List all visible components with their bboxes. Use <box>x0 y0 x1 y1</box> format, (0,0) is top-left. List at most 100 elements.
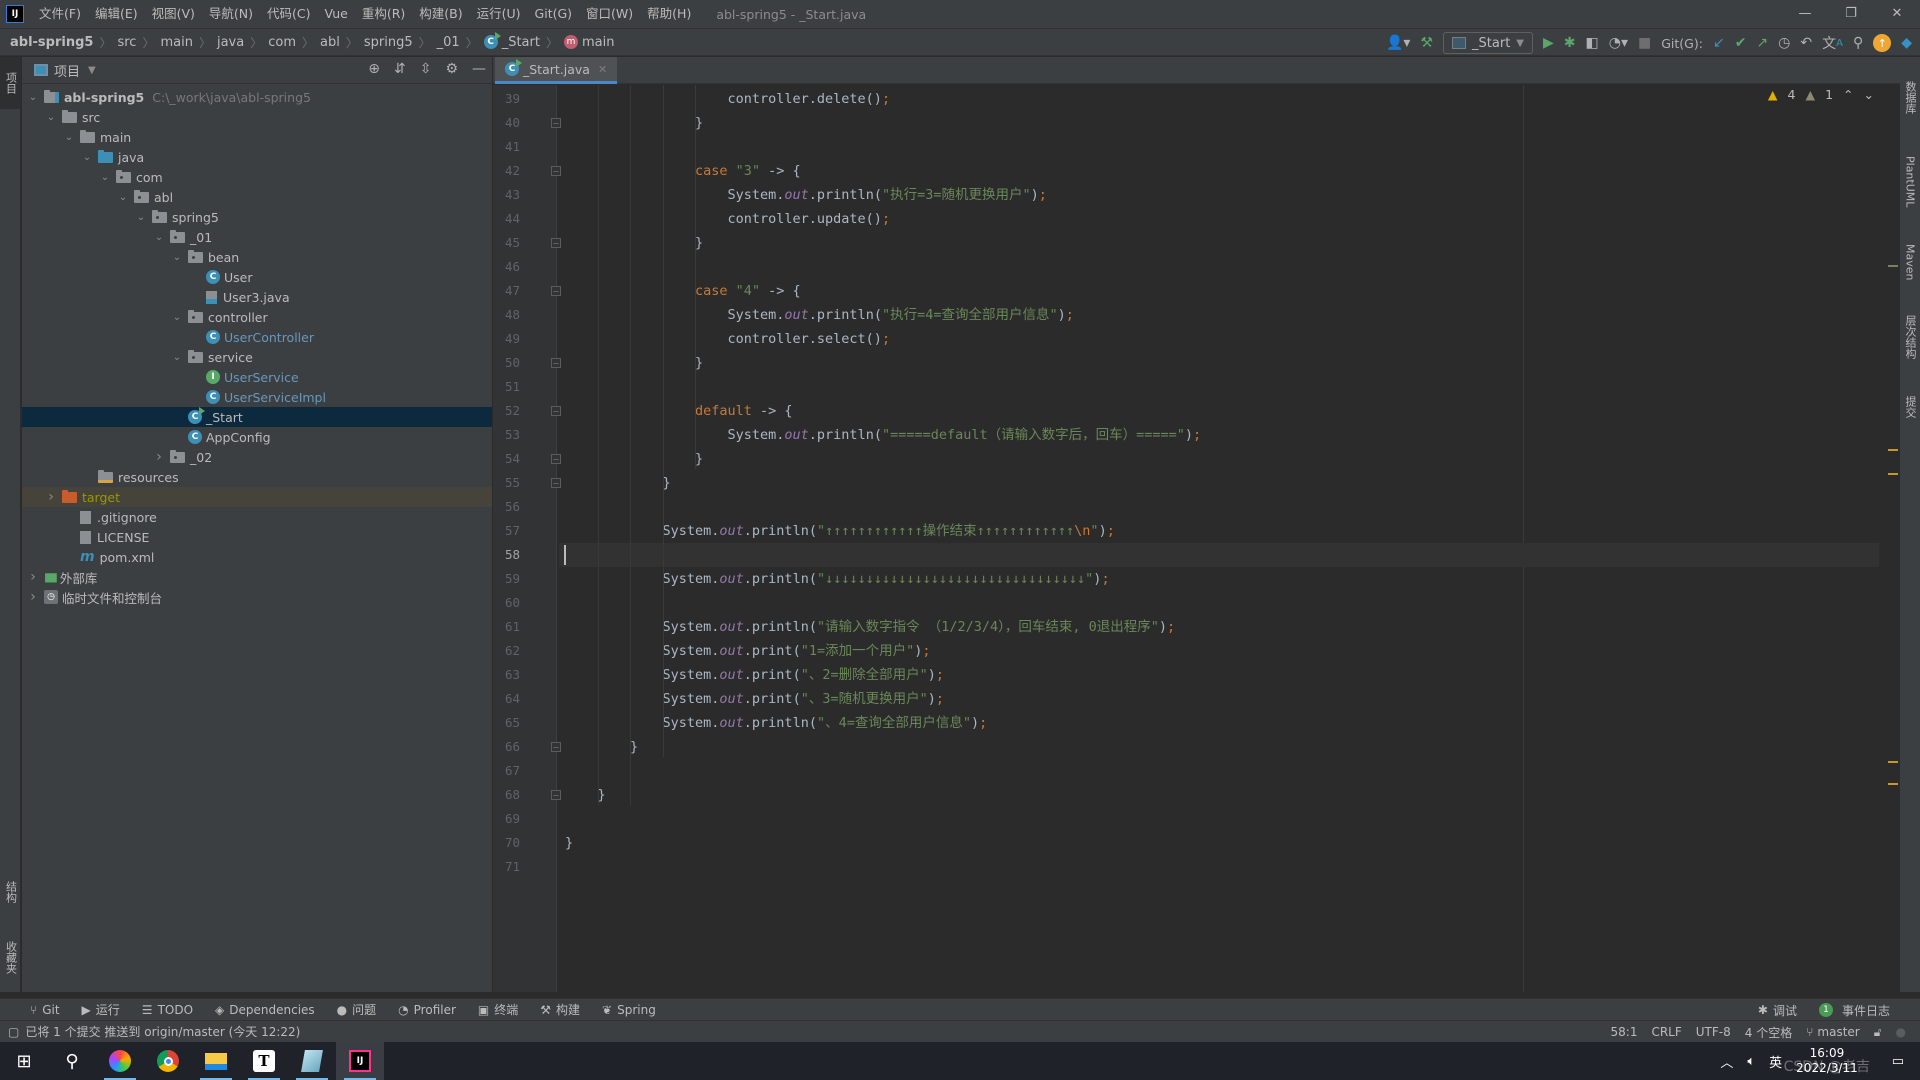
locate-icon[interactable]: ⊕ <box>368 61 380 77</box>
tree-item[interactable]: I UserService <box>22 367 492 387</box>
tool-window-profiler[interactable]: ◔ Profiler <box>398 1001 456 1018</box>
tool-tab-plantuml[interactable]: PlantUML <box>1900 142 1920 222</box>
tool-tab-structure[interactable]: 结构 <box>0 867 21 917</box>
tree-item[interactable]: ⌄ main <box>22 127 492 147</box>
expand-all-icon[interactable]: ⇵ <box>394 61 406 77</box>
chevron-down-icon[interactable]: ⌄ <box>152 232 166 243</box>
inspection-widget[interactable]: ▲ 4 ▲ 1 ⌃ ⌄ <box>1768 87 1874 102</box>
next-highlight-icon[interactable]: ⌄ <box>1864 87 1874 102</box>
chevron-down-icon[interactable]: ⌄ <box>98 172 112 183</box>
user-icon[interactable]: 👤▾ <box>1386 35 1410 51</box>
menu-item[interactable]: Vue <box>318 0 355 28</box>
indent-setting[interactable]: 4 个空格 <box>1745 1024 1792 1041</box>
profile-icon[interactable]: ◔▾ <box>1609 35 1628 51</box>
chevron-right-icon[interactable]: › <box>44 489 58 505</box>
tree-item[interactable]: ⌄ src <box>22 107 492 127</box>
tree-item[interactable]: m pom.xml <box>22 547 492 567</box>
status-message[interactable]: ▢ 已将 1 个提交 推送到 origin/master (今天 12:22) <box>8 1023 300 1040</box>
tool-tab-hierarchy[interactable]: 层次结构 <box>1900 302 1920 372</box>
chevron-down-icon[interactable]: ▼ <box>88 65 96 76</box>
debug-icon[interactable]: ✱ <box>1564 35 1576 51</box>
tool-window-spring[interactable]: ❦ Spring <box>602 1001 656 1018</box>
tree-item[interactable]: ⌄ abl <box>22 187 492 207</box>
tool-window-debug[interactable]: ✱ 调试 <box>1758 1002 1797 1019</box>
stop-icon[interactable]: ■ <box>1638 35 1651 51</box>
breadcrumb-item[interactable]: java <box>217 35 244 50</box>
tool-window-构建[interactable]: ⚒ 构建 <box>540 1001 580 1018</box>
tree-item[interactable]: resources <box>22 467 492 487</box>
git-push-icon[interactable]: ↗ <box>1756 35 1768 51</box>
tool-window-问题[interactable]: ● 问题 <box>337 1001 377 1018</box>
search-icon[interactable]: ⚲ <box>48 1042 96 1080</box>
update-icon[interactable]: ↑ <box>1873 34 1892 52</box>
git-branch-widget[interactable]: ⑂ master <box>1806 1025 1860 1039</box>
chevron-down-icon[interactable]: ⌄ <box>44 112 58 123</box>
tree-item[interactable]: ⌄ java <box>22 147 492 167</box>
tree-item[interactable]: C UserServiceImpl <box>22 387 492 407</box>
volume-icon[interactable]: 🔈︎ <box>1747 1054 1755 1069</box>
tree-item[interactable]: C AppConfig <box>22 427 492 447</box>
close-icon[interactable]: ✕ <box>1874 0 1920 28</box>
tree-item[interactable]: ⌄ abl-spring5 C:\_work\java\abl-spring5 <box>22 87 492 107</box>
hide-icon[interactable]: — <box>472 61 486 77</box>
tool-window-运行[interactable]: ▶ 运行 <box>82 1001 120 1018</box>
tool-tab-project[interactable]: 项目 <box>0 57 21 109</box>
coverage-icon[interactable]: ◧ <box>1586 35 1599 51</box>
chevron-right-icon[interactable]: › <box>152 449 166 465</box>
restore-icon[interactable]: ❐ <box>1828 0 1874 28</box>
tree-item[interactable]: ⌄ _01 <box>22 227 492 247</box>
editor-scrollbar[interactable] <box>1886 85 1900 992</box>
breadcrumb-item[interactable]: main <box>160 35 192 50</box>
caret-position[interactable]: 58:1 <box>1611 1025 1638 1039</box>
menu-item[interactable]: 帮助(H) <box>640 0 698 28</box>
tree-item[interactable]: ⌄ bean <box>22 247 492 267</box>
notepad-icon[interactable] <box>288 1042 336 1080</box>
start-icon[interactable]: ⊞ <box>0 1042 48 1080</box>
tool-window-终端[interactable]: ▣ 终端 <box>478 1001 518 1018</box>
toolbox-icon[interactable]: ◆ <box>1901 35 1912 51</box>
chevron-down-icon[interactable]: ⌄ <box>170 352 184 363</box>
editor-tab-start-java[interactable]: C _Start.java ✕ <box>495 57 618 84</box>
run-config-selector[interactable]: _Start ▼ <box>1443 32 1533 54</box>
menu-item[interactable]: 重构(R) <box>355 0 412 28</box>
chevron-down-icon[interactable]: ⌄ <box>134 212 148 223</box>
tree-item[interactable]: LICENSE <box>22 527 492 547</box>
tree-item[interactable]: › ▮▮▮ 外部库 <box>22 567 492 587</box>
tree-item[interactable]: C User <box>22 267 492 287</box>
breadcrumb-item[interactable]: abl-spring5 <box>10 35 93 50</box>
app-colorful-icon[interactable] <box>96 1042 144 1080</box>
chevron-right-icon[interactable]: › <box>26 569 40 585</box>
collapse-all-icon[interactable]: ⇳ <box>420 61 432 77</box>
menu-item[interactable]: 视图(V) <box>145 0 202 28</box>
tool-windows-toggle-icon[interactable]: ▢ <box>8 1025 19 1039</box>
menu-item[interactable]: 运行(U) <box>470 0 528 28</box>
breadcrumb-item[interactable]: C _Start <box>483 32 540 50</box>
typora-icon[interactable]: T <box>240 1042 288 1080</box>
tool-tab-database[interactable]: 数据库 <box>1900 67 1920 127</box>
menu-item[interactable]: 构建(B) <box>412 0 469 28</box>
file-encoding[interactable]: UTF-8 <box>1696 1025 1731 1039</box>
tree-item[interactable]: C _Start <box>22 407 492 427</box>
input-language[interactable]: 英 <box>1769 1052 1782 1071</box>
project-panel-title[interactable]: 项目 <box>54 61 80 80</box>
breadcrumb-item[interactable]: src <box>117 35 136 50</box>
search-icon[interactable]: ⚲ <box>1853 35 1863 51</box>
previous-highlight-icon[interactable]: ⌃ <box>1843 87 1853 102</box>
tree-item[interactable]: › ◷ 临时文件和控制台 <box>22 587 492 607</box>
tree-item[interactable]: ⌄ service <box>22 347 492 367</box>
build-hammer-icon[interactable]: ⚒ <box>1420 35 1433 51</box>
tool-window-event-log[interactable]: 1 事件日志 <box>1818 1002 1890 1019</box>
chevron-down-icon[interactable]: ⌄ <box>62 132 76 143</box>
tree-item[interactable]: ⌄ controller <box>22 307 492 327</box>
line-separator[interactable]: CRLF <box>1651 1025 1681 1039</box>
chevron-down-icon[interactable]: ⌄ <box>170 312 184 323</box>
git-commit-icon[interactable]: ✔ <box>1735 35 1747 51</box>
breadcrumb-item[interactable]: com <box>268 35 296 50</box>
tool-window-todo[interactable]: ☰ TODO <box>142 1001 193 1018</box>
tree-item[interactable]: User3.java <box>22 287 492 307</box>
tree-item[interactable]: ⌄ spring5 <box>22 207 492 227</box>
minimize-icon[interactable]: — <box>1782 0 1828 28</box>
tool-window-dependencies[interactable]: ◈ Dependencies <box>215 1001 315 1018</box>
tool-window-git[interactable]: ⑂ Git <box>30 1001 60 1018</box>
menu-item[interactable]: 编辑(E) <box>88 0 145 28</box>
